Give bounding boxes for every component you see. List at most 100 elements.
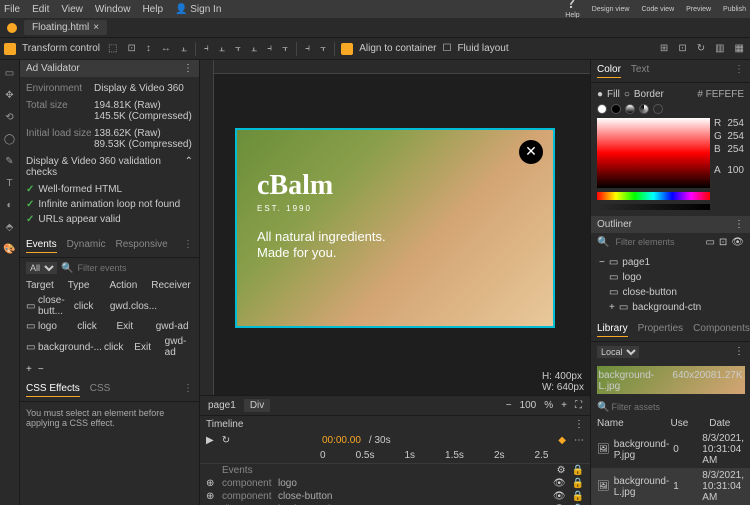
- distribute-icon[interactable]: ⫟: [318, 43, 328, 54]
- g-value[interactable]: 254: [727, 131, 744, 142]
- color-picker[interactable]: [597, 118, 710, 188]
- timeline-track[interactable]: ⊕componentclose-button👁🔒: [200, 490, 590, 503]
- tab-properties[interactable]: Properties: [638, 323, 684, 337]
- ad-canvas[interactable]: ✕ cBalm EST. 1990 All natural ingredient…: [235, 128, 555, 328]
- swatch[interactable]: [639, 104, 649, 114]
- swatch[interactable]: [653, 104, 663, 114]
- select-tool-icon[interactable]: ▭: [3, 66, 17, 80]
- zoom-out-button[interactable]: −: [506, 400, 512, 411]
- tag-tool-icon[interactable]: ⬘: [3, 220, 17, 234]
- menu-file[interactable]: File: [4, 4, 20, 15]
- tree-item[interactable]: −▭page1: [595, 255, 746, 270]
- expand-icon[interactable]: ⊕: [206, 491, 216, 502]
- tool-icon[interactable]: ↕: [144, 43, 153, 54]
- tab-css-effects[interactable]: CSS Effects: [26, 383, 80, 397]
- tool-icon[interactable]: ⊡: [125, 43, 137, 54]
- zoom-in-button[interactable]: +: [561, 400, 567, 411]
- tool-icon[interactable]: ⫠: [179, 43, 189, 54]
- remove-event-button[interactable]: −: [38, 364, 44, 375]
- design-view-button[interactable]: Design view: [592, 6, 630, 13]
- tab-css[interactable]: CSS: [90, 383, 111, 397]
- menu-icon[interactable]: ⋮: [574, 419, 584, 430]
- fluid-toggle[interactable]: ☐: [442, 43, 451, 54]
- outliner-tool-icon[interactable]: 👁: [731, 237, 744, 248]
- tree-item[interactable]: ▭close-button: [595, 285, 746, 300]
- tool-icon[interactable]: ▥: [713, 43, 726, 54]
- align-icon[interactable]: ⫠: [249, 43, 259, 54]
- palette-tool-icon[interactable]: 🎨: [3, 242, 17, 256]
- events-filter-input[interactable]: [77, 263, 194, 273]
- loop-button[interactable]: ↻: [222, 435, 230, 446]
- breadcrumb-item[interactable]: page1: [208, 400, 236, 411]
- tool-icon[interactable]: ↻: [695, 43, 707, 54]
- add-event-button[interactable]: +: [26, 364, 32, 375]
- expand-icon[interactable]: ⊕: [206, 478, 216, 489]
- fit-button[interactable]: ⛶: [575, 400, 582, 411]
- menu-icon[interactable]: ⋮: [734, 64, 744, 78]
- tool-icon[interactable]: ▦: [733, 43, 746, 54]
- hex-value[interactable]: # FEFEFE: [697, 89, 744, 100]
- align-container-toggle[interactable]: [341, 43, 353, 55]
- tool-icon[interactable]: ↔: [159, 43, 173, 54]
- menu-edit[interactable]: Edit: [32, 4, 49, 15]
- tree-item[interactable]: ▭logo: [595, 270, 746, 285]
- ad-logo[interactable]: cBalm: [257, 170, 533, 202]
- tab-responsive[interactable]: Responsive: [115, 239, 167, 253]
- align-icon[interactable]: ⫟: [280, 43, 290, 54]
- b-value[interactable]: 254: [727, 144, 744, 155]
- move-tool-icon[interactable]: ✥: [3, 88, 17, 102]
- tab-color[interactable]: Color: [597, 64, 621, 78]
- library-filter[interactable]: [609, 400, 744, 414]
- gear-icon[interactable]: ⚙: [557, 465, 566, 476]
- menu-icon[interactable]: ⋮: [183, 239, 193, 253]
- tool-icon[interactable]: ⬚: [106, 43, 119, 54]
- transform-toggle[interactable]: [4, 43, 16, 55]
- menu-window[interactable]: Window: [95, 4, 131, 15]
- breadcrumb-item[interactable]: Div: [244, 399, 270, 412]
- hue-slider[interactable]: [597, 192, 710, 200]
- menu-icon[interactable]: ⋮: [734, 219, 744, 230]
- shape-tool-icon[interactable]: ◯: [3, 132, 17, 146]
- play-button[interactable]: ▶: [206, 435, 214, 446]
- outliner-tool-icon[interactable]: ▭: [705, 237, 714, 248]
- asset-row[interactable]: 🖼background-L.jpg18/3/2021, 10:31:04 AM: [591, 468, 750, 505]
- align-icon[interactable]: ⫞: [265, 43, 274, 54]
- align-icon[interactable]: ⫠: [217, 43, 227, 54]
- library-scope-select[interactable]: Local: [597, 346, 639, 358]
- code-view-button[interactable]: Code view: [641, 6, 674, 13]
- collapse-icon[interactable]: −: [599, 257, 605, 268]
- border-radio[interactable]: ○: [624, 89, 630, 100]
- tab-components[interactable]: Components: [693, 323, 750, 337]
- file-tab[interactable]: Floating.html×: [24, 20, 107, 35]
- tab-dynamic[interactable]: Dynamic: [67, 239, 106, 253]
- menu-icon[interactable]: ⋮: [734, 346, 744, 357]
- tree-item[interactable]: +▭background-ctn: [595, 300, 746, 315]
- outliner-tool-icon[interactable]: ⊡: [719, 237, 727, 248]
- tab-text[interactable]: Text: [631, 64, 649, 78]
- rotate-tool-icon[interactable]: ⟲: [3, 110, 17, 124]
- timeline-menu-icon[interactable]: ⋯: [574, 435, 584, 446]
- preview-button[interactable]: Preview: [686, 6, 711, 13]
- align-icon[interactable]: ⫟: [233, 43, 243, 54]
- asset-row[interactable]: 🖼background-P.jpg08/3/2021, 10:31:04 AM: [591, 431, 750, 468]
- tool-icon[interactable]: ⊡: [676, 43, 688, 54]
- events-filter-select[interactable]: All: [26, 262, 57, 274]
- help-button[interactable]: ❔Help: [565, 0, 579, 20]
- ad-close-button[interactable]: ✕: [519, 140, 543, 164]
- lock-icon[interactable]: 🔒: [572, 465, 584, 476]
- signin-button[interactable]: 👤 Sign In: [175, 4, 221, 15]
- align-icon[interactable]: ⫞: [202, 43, 211, 54]
- event-row[interactable]: ▭background-...clickExitgwd-ad: [20, 334, 199, 360]
- swatch[interactable]: [611, 104, 621, 114]
- fill-tool-icon[interactable]: ◐: [3, 198, 17, 212]
- expand-icon[interactable]: +: [609, 302, 615, 313]
- event-row[interactable]: ▭close-butt...clickgwd.clos...: [20, 293, 199, 319]
- outliner-filter[interactable]: [613, 235, 701, 249]
- alpha-slider[interactable]: [597, 204, 710, 210]
- swatch[interactable]: [597, 104, 607, 114]
- menu-icon[interactable]: ⋮: [183, 63, 193, 74]
- event-row[interactable]: ▭logoclickExitgwd-ad: [20, 319, 199, 334]
- tool-icon[interactable]: ⊞: [658, 43, 670, 54]
- close-tab-icon[interactable]: ×: [93, 22, 99, 33]
- ad-validator-header[interactable]: Ad Validator⋮: [20, 60, 199, 77]
